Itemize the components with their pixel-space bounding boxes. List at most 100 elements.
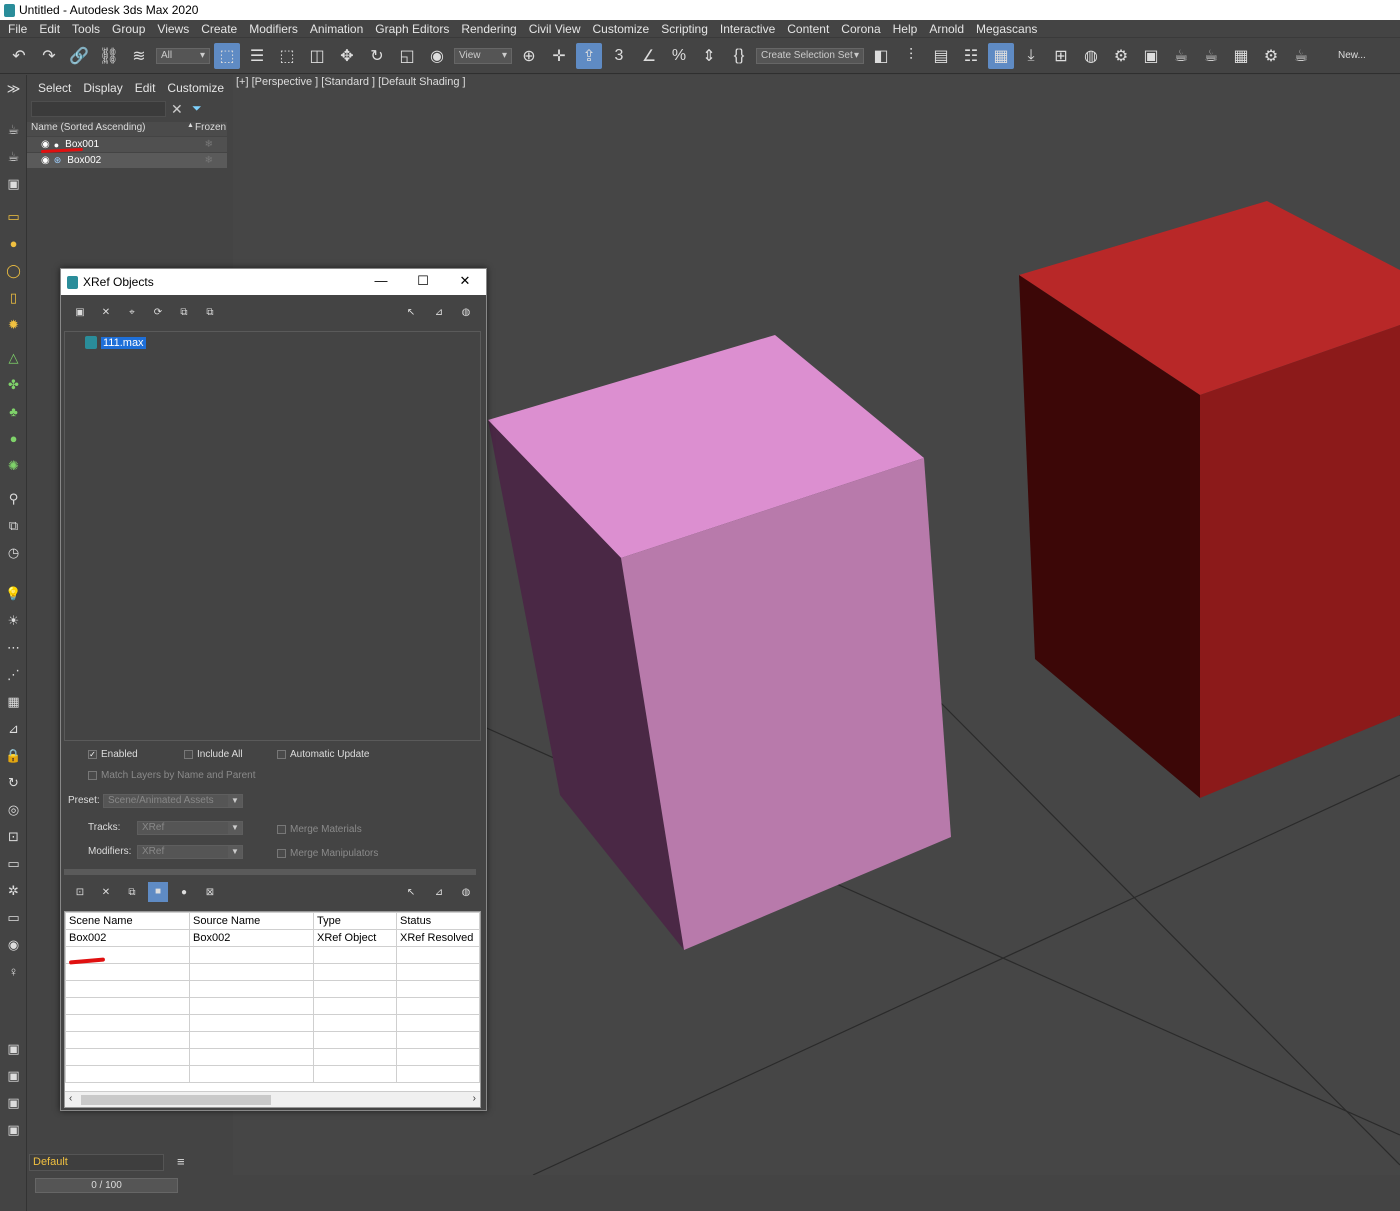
scene-explorer-toggle-icon[interactable]: ▤ (928, 43, 954, 69)
select-icon[interactable]: ↖ (398, 307, 424, 318)
menu-views[interactable]: Views (151, 22, 195, 36)
menu-civil-view[interactable]: Civil View (523, 22, 587, 36)
select-manipulate-icon[interactable]: ✛ (546, 43, 572, 69)
table-row[interactable] (65, 1048, 480, 1066)
list-materials-icon[interactable]: ● (171, 887, 197, 898)
move-icon[interactable]: ✥ (334, 43, 360, 69)
table-row[interactable]: Box002 Box002 XRef Object XRef Resolved (65, 929, 480, 947)
merge-icon[interactable]: ⧉ (171, 307, 197, 318)
select-object-icon[interactable]: ⬚ (214, 42, 240, 69)
menu-group[interactable]: Group (106, 22, 151, 36)
bind-space-warp-icon[interactable]: ≋ (126, 43, 152, 69)
match-layers-checkbox[interactable]: Match Layers by Name and Parent (88, 770, 256, 781)
render-setup-icon[interactable]: ⚙ (1108, 43, 1134, 69)
redo-icon[interactable]: ↷ (36, 43, 62, 69)
menu-animation[interactable]: Animation (304, 22, 369, 36)
arnold-render-setup-icon[interactable]: ⚙ (1258, 43, 1284, 69)
list-objects-icon[interactable]: ■ (148, 882, 168, 902)
menu-arnold[interactable]: Arnold (923, 22, 970, 36)
spray-icon[interactable]: ⋰ (0, 661, 27, 688)
angle-snap-icon[interactable]: ∠ (636, 43, 662, 69)
aperture-icon[interactable]: ✺ (0, 452, 27, 479)
menu-scripting[interactable]: Scripting (655, 22, 714, 36)
close-icon[interactable]: ✕ (457, 273, 473, 289)
add-objects-icon[interactable]: ⊡ (67, 887, 93, 898)
convert-selected-icon[interactable]: ⌖ (119, 307, 145, 318)
merge-objects-icon[interactable]: ⧉ (119, 887, 145, 898)
highlight-icon[interactable]: ◍ (453, 887, 479, 898)
render-grid-icon[interactable]: ▦ (1228, 43, 1254, 69)
render-b-icon[interactable]: ▣ (0, 1062, 27, 1089)
clover-icon[interactable]: ✤ (0, 371, 27, 398)
curve-editor-icon[interactable]: ⤓ (1018, 43, 1044, 69)
select-by-name-icon[interactable]: ⊿ (426, 887, 452, 898)
table-row[interactable] (65, 963, 480, 981)
tab-select[interactable]: Select (38, 81, 71, 95)
select-icon[interactable]: ↖ (398, 887, 424, 898)
ruler-icon[interactable]: ⊿ (0, 715, 27, 742)
column-status[interactable]: Status (396, 912, 480, 930)
material-editor-icon[interactable]: ◍ (1078, 43, 1104, 69)
menu-customize[interactable]: Customize (587, 22, 656, 36)
include-all-checkbox[interactable]: Include All (184, 749, 243, 760)
light-icon[interactable]: ✹ (0, 311, 27, 338)
eye-visible-icon[interactable]: ◉ (41, 155, 50, 166)
preset-dropdown[interactable]: Scene/Animated Assets ▼ (103, 794, 243, 808)
tab-customize[interactable]: Customize (167, 81, 224, 95)
window-small-icon[interactable]: ▭ (0, 904, 27, 931)
unlink-icon[interactable]: ⛓ (96, 43, 122, 69)
scroll-right-icon[interactable]: › (473, 1093, 476, 1104)
monitor-icon[interactable]: ▭ (0, 850, 27, 877)
xref-file-list[interactable]: 111.max (64, 331, 481, 741)
sun-small-icon[interactable]: ☀ (0, 607, 27, 634)
menu-content[interactable]: Content (781, 22, 835, 36)
layer-field[interactable]: Default (29, 1154, 164, 1171)
menu-rendering[interactable]: Rendering (455, 22, 522, 36)
torus-icon[interactable]: ◯ (0, 257, 27, 284)
filter-icon[interactable]: ⏷ (192, 101, 202, 116)
rotate-icon[interactable]: ↻ (364, 43, 390, 69)
keyboard-shortcut-override-icon[interactable]: ⇪ (576, 42, 602, 69)
select-by-name-icon[interactable]: ☰ (244, 43, 270, 69)
horizontal-scrollbar[interactable]: ‹ › (65, 1091, 480, 1107)
menu-edit[interactable]: Edit (33, 22, 66, 36)
header-name-column[interactable]: Name (Sorted Ascending) (27, 122, 187, 136)
column-type[interactable]: Type (313, 912, 397, 930)
bind-icon[interactable]: ⧉ (197, 307, 223, 318)
mirror-icon[interactable]: ◧ (868, 43, 894, 69)
rectangular-selection-icon[interactable]: ⬚ (274, 43, 300, 69)
layers-icon[interactable]: ≡ (177, 1154, 185, 1169)
arnold-render-icon[interactable]: ☕ (1288, 43, 1314, 69)
motion-icon[interactable]: ◷ (0, 539, 27, 566)
scene-item-row[interactable]: ◉ ⊛ Box002 ❄ (27, 153, 227, 168)
eye-small-icon[interactable]: ◉ (0, 931, 27, 958)
edit-named-selection-icon[interactable]: {} (726, 43, 752, 69)
render-iterative-icon[interactable]: ☕ (1198, 43, 1224, 69)
gear-small-icon[interactable]: ✲ (0, 877, 27, 904)
menu-tools[interactable]: Tools (66, 22, 106, 36)
render-production-icon[interactable]: ☕ (1168, 43, 1194, 69)
teapot-modify-icon[interactable]: ☕ (0, 143, 27, 170)
render-a-icon[interactable]: ▣ (0, 1035, 27, 1062)
frozen-snowflake-icon[interactable]: ❄ (205, 155, 213, 166)
tree-icon[interactable]: ♣ (0, 398, 27, 425)
merge-manipulators-checkbox[interactable]: Merge Manipulators (277, 848, 378, 859)
menu-graph-editors[interactable]: Graph Editors (369, 22, 455, 36)
rendered-frame-window-icon[interactable]: ▣ (1138, 43, 1164, 69)
bulb-outline-icon[interactable]: ♀ (0, 958, 27, 985)
column-scene-name[interactable]: Scene Name (65, 912, 190, 930)
sphere-icon[interactable]: ● (0, 230, 27, 257)
menu-create[interactable]: Create (195, 22, 243, 36)
time-slider[interactable]: 0 / 100 (35, 1178, 178, 1193)
orbit-icon[interactable]: ↻ (0, 769, 27, 796)
frozen-snowflake-icon[interactable]: ❄ (205, 139, 213, 150)
pink-box[interactable] (488, 335, 951, 950)
remove-file-icon[interactable]: ✕ (93, 307, 119, 318)
tab-display[interactable]: Display (83, 81, 122, 95)
selection-filter-dropdown[interactable]: All ▾ (156, 47, 210, 64)
snaps-toggle-icon[interactable]: 3 (606, 43, 632, 69)
scrollbar-thumb[interactable] (81, 1095, 271, 1105)
render-c-icon[interactable]: ▣ (0, 1089, 27, 1116)
lock-icon[interactable]: 🔒 (0, 742, 27, 769)
schematic-view-icon[interactable]: ⊞ (1048, 43, 1074, 69)
